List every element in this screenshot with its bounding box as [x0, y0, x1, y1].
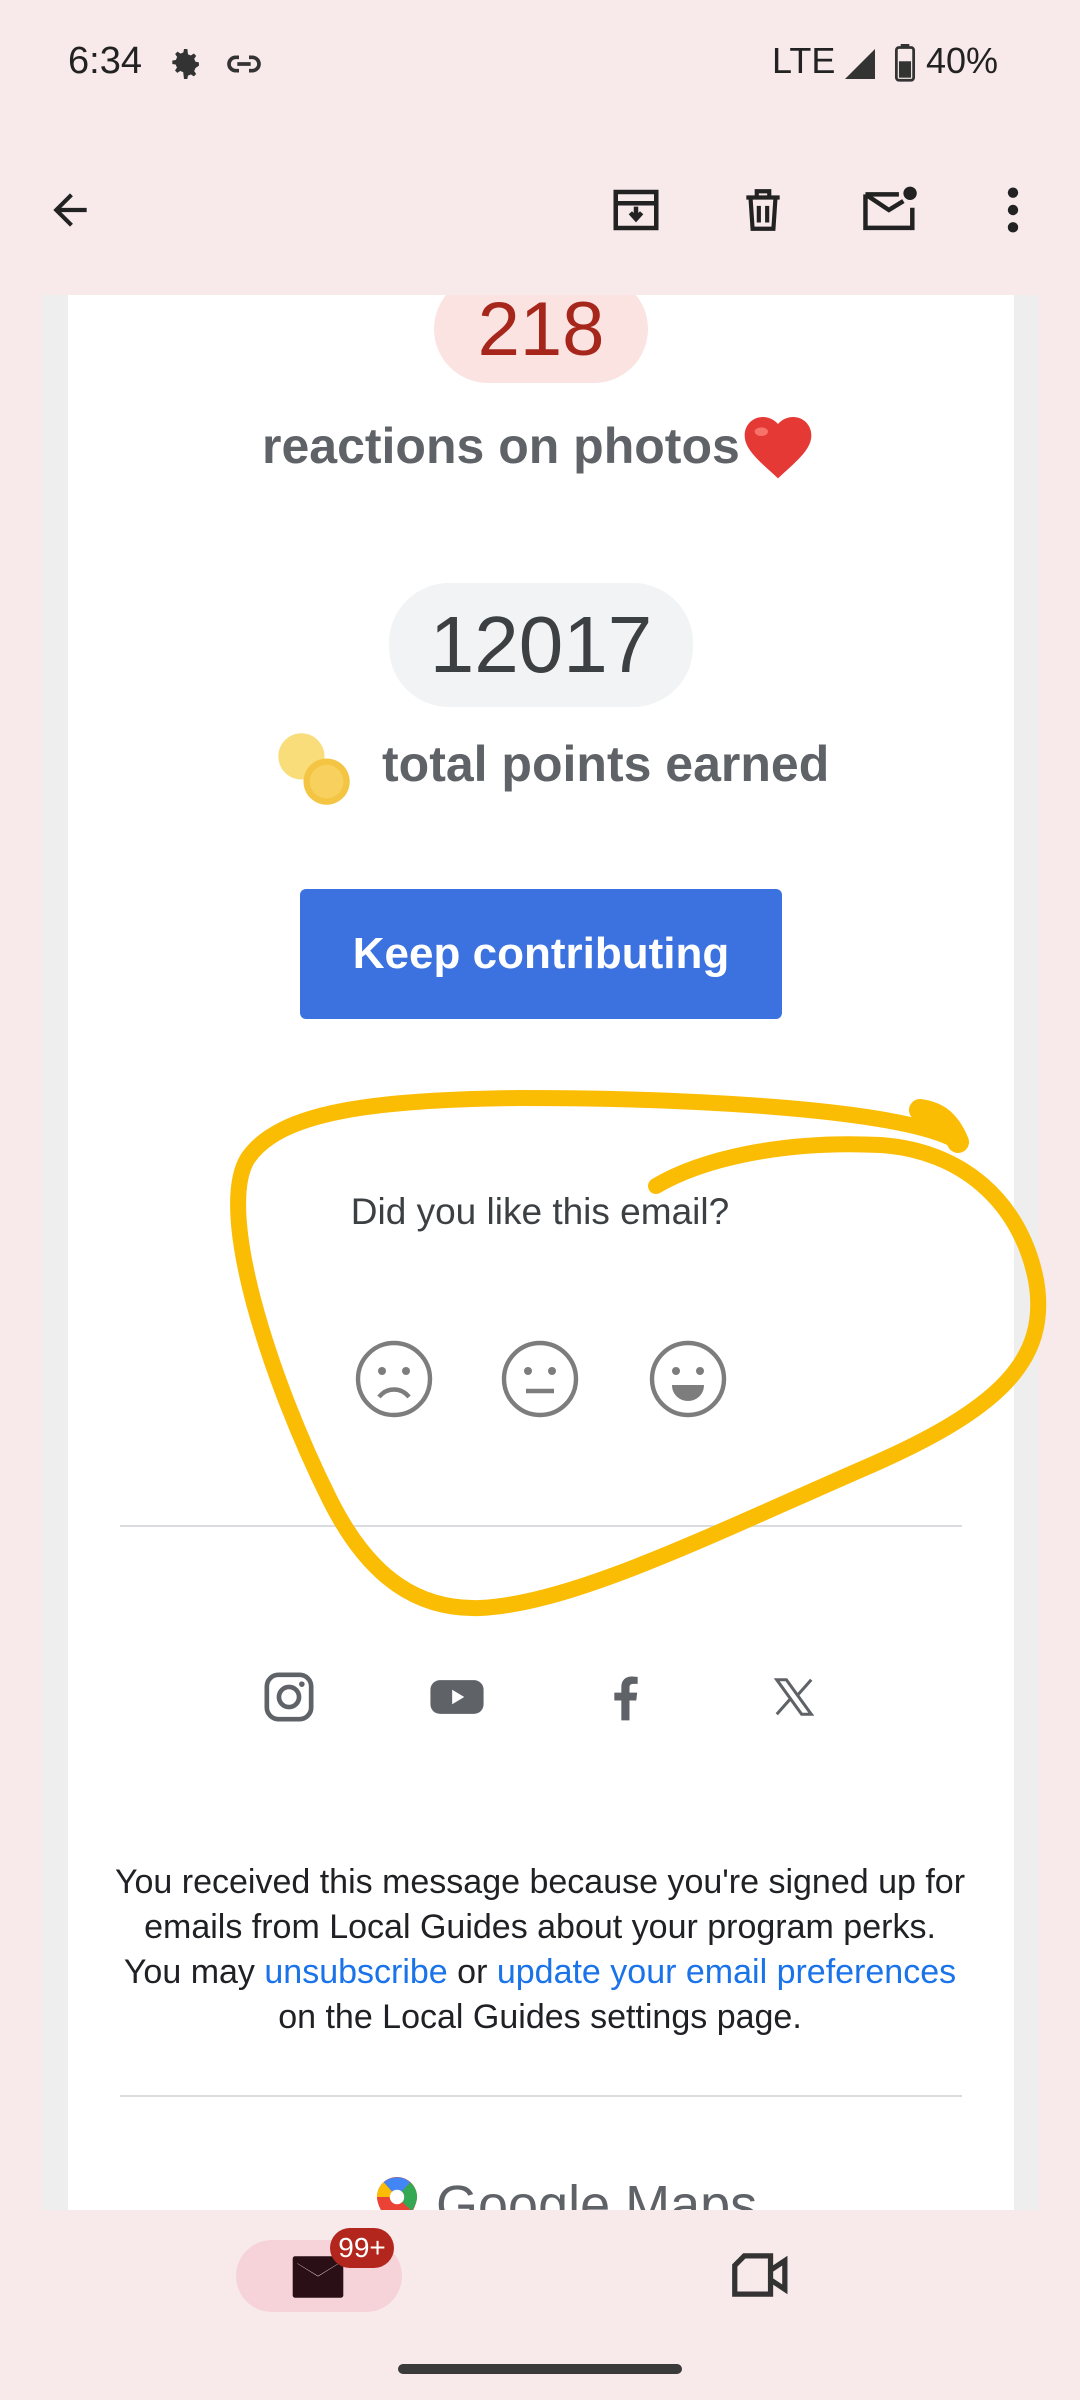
delete-icon[interactable] — [727, 174, 799, 246]
neutral-face-icon[interactable] — [500, 1339, 580, 1419]
battery-icon — [894, 44, 916, 82]
meet-video-icon[interactable] — [730, 2248, 792, 2302]
footer-line-2: emails from Local Guides about your prog… — [144, 1908, 936, 1946]
footer-notice: You received this message because you're… — [110, 1860, 970, 2040]
instagram-icon[interactable] — [257, 1665, 321, 1729]
reactions-label: reactions on photos — [262, 418, 740, 474]
status-bar: 6:34 LTE 40% — [0, 0, 1080, 130]
more-vert-icon[interactable] — [977, 174, 1049, 246]
google-maps-wordmark: Google Maps — [436, 2175, 758, 2210]
footer-line-3: You may unsubscribe or update your email… — [110, 1950, 970, 1995]
facebook-icon[interactable] — [594, 1665, 658, 1729]
coins-icon — [278, 733, 350, 805]
google-maps-pin-icon — [377, 2177, 417, 2210]
battery-percent: 40% — [926, 40, 999, 81]
back-arrow-icon[interactable] — [34, 174, 106, 246]
points-label: total points earned — [382, 736, 830, 792]
footer-line-1: You received this message because you're… — [114, 1863, 966, 1901]
unsubscribe-link[interactable]: unsubscribe — [264, 1953, 447, 1991]
divider — [120, 1525, 962, 1527]
archive-icon[interactable] — [600, 174, 672, 246]
mail-badge: 99+ — [330, 2228, 394, 2268]
youtube-icon[interactable] — [425, 1665, 489, 1729]
heart-icon — [744, 417, 812, 479]
footer-line-4: on the Local Guides settings page. — [278, 1998, 802, 2036]
x-icon[interactable] — [762, 1665, 826, 1729]
status-time: 6:34 — [68, 40, 142, 82]
link-icon — [227, 55, 261, 73]
happy-face-icon[interactable] — [648, 1339, 728, 1419]
points-count: 12017 — [389, 583, 693, 707]
email-body[interactable]: 218 reactions on photos 12017 total poin… — [0, 295, 1080, 2210]
footer-line-3-mid: or — [447, 1953, 497, 1991]
footer-line-3-pre: You may — [123, 1953, 265, 1991]
network-type: LTE — [772, 40, 836, 81]
email-preferences-link[interactable]: update your email preferences — [497, 1953, 956, 1991]
mark-unread-icon[interactable] — [854, 174, 926, 246]
divider — [120, 2095, 962, 2097]
settings-gear-icon — [172, 49, 199, 79]
signal-icon — [845, 49, 875, 79]
reactions-count: 218 — [434, 295, 648, 383]
keep-contributing-button[interactable]: Keep contributing — [300, 889, 782, 1019]
sad-face-icon[interactable] — [354, 1339, 434, 1419]
google-maps-logo: Google Maps — [372, 2175, 757, 2210]
feedback-question: Did you like this email? — [350, 1191, 730, 1232]
home-indicator[interactable] — [398, 2364, 682, 2374]
